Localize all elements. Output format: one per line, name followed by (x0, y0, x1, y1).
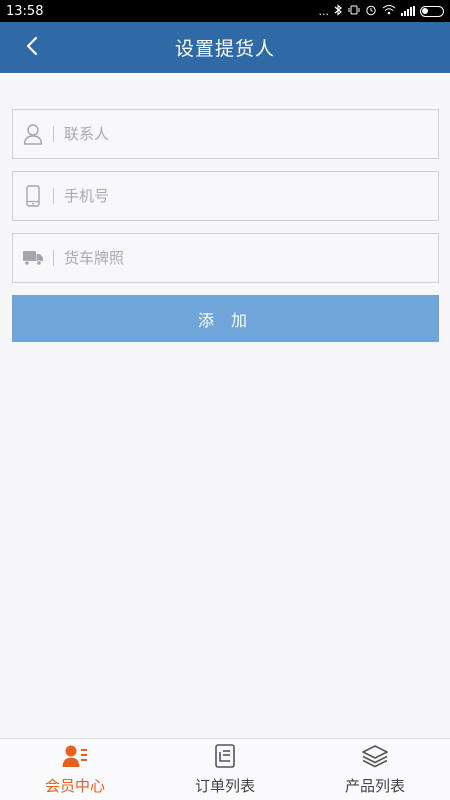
chevron-left-icon (26, 36, 38, 60)
signal-icon (401, 6, 415, 16)
tab-label: 产品列表 (344, 776, 405, 795)
wifi-icon (382, 4, 396, 18)
truck-icon (15, 234, 51, 282)
tab-label: 订单列表 (194, 776, 255, 795)
tab-product-list[interactable]: 产品列表 (300, 739, 450, 800)
tab-order-list[interactable]: 订单列表 (150, 739, 300, 800)
alarm-icon (365, 4, 377, 19)
order-list-icon (213, 743, 237, 772)
app-header: 设置提货人 (0, 22, 450, 73)
person-icon (15, 110, 51, 158)
tab-label: 会员中心 (44, 776, 105, 795)
phone-input[interactable] (64, 176, 438, 216)
phone-icon (15, 172, 51, 220)
field-divider (53, 188, 54, 204)
status-dots: ... (318, 4, 330, 18)
phone-field (12, 171, 439, 221)
status-bar: 13:58 ... (0, 0, 450, 22)
bluetooth-icon (334, 3, 343, 19)
status-indicators: ... (318, 3, 444, 19)
contact-input[interactable] (64, 114, 438, 154)
page-title: 设置提货人 (174, 38, 275, 60)
product-layers-icon (361, 744, 389, 772)
plate-field (12, 233, 439, 283)
plate-input[interactable] (64, 238, 438, 278)
contact-field (12, 109, 439, 159)
field-divider (53, 250, 54, 266)
back-button[interactable] (14, 22, 50, 73)
member-icon (62, 744, 88, 772)
tab-member-center[interactable]: 会员中心 (0, 739, 150, 800)
bottom-tab-bar: 会员中心 订单列表 产品列表 (0, 738, 450, 800)
battery-icon (420, 5, 444, 17)
add-button[interactable]: 添 加 (12, 295, 439, 342)
vibrate-icon (348, 4, 360, 19)
field-divider (53, 126, 54, 142)
status-time: 13:58 (6, 3, 44, 19)
